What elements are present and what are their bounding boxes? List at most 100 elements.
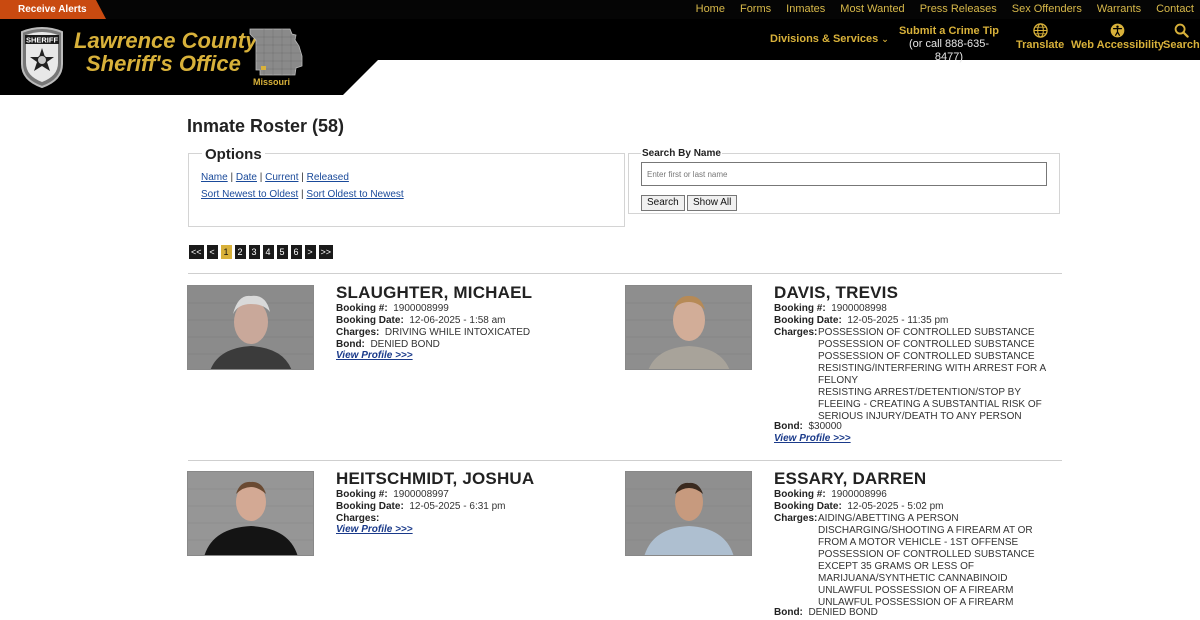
booking-date-label: Booking Date:	[774, 315, 842, 326]
booking-number: Booking #: 1900008996	[774, 489, 887, 501]
booking-date-label: Booking Date:	[774, 501, 842, 512]
charge-item: RESISTING ARREST/DETENTION/STOP BY FLEEI…	[818, 387, 1042, 422]
charges: Charges: DRIVING WHILE INTOXICATED	[336, 327, 530, 339]
name-search-input[interactable]	[641, 162, 1047, 186]
show-all-button[interactable]: Show All	[687, 195, 738, 211]
view-profile-link[interactable]: View Profile >>>	[336, 524, 413, 535]
page-next[interactable]: >	[304, 245, 316, 259]
inmate-name[interactable]: DAVIS, TREVIS	[774, 283, 898, 303]
booking-number: Booking #: 1900008997	[336, 489, 449, 501]
booking-date: Booking Date: 12-05-2025 - 11:35 pm	[774, 315, 948, 327]
bond-value: $30000	[808, 421, 842, 432]
charge-item: POSSESSION OF CONTROLLED SUBSTANCE EXCEP…	[818, 549, 1035, 584]
charges-label: Charges:	[336, 327, 380, 338]
filter-date-link[interactable]: Date	[236, 172, 257, 183]
inmate-photo[interactable]	[187, 285, 314, 370]
booking-number-label: Booking #:	[774, 489, 826, 500]
state-label: Missouri	[253, 77, 291, 87]
filter-name-link[interactable]: Name	[201, 172, 228, 183]
svg-text:SHERIFF: SHERIFF	[26, 36, 59, 45]
nav-inmates[interactable]: Inmates	[786, 0, 825, 19]
options-title: Options	[202, 146, 265, 163]
charges-label: Charges:	[774, 327, 818, 338]
inmate-photo[interactable]	[625, 285, 752, 370]
search-button[interactable]: Search	[641, 195, 685, 211]
booking-number: Booking #: 1900008999	[336, 303, 449, 315]
options-sort-links: Sort Newest to Oldest | Sort Oldest to N…	[201, 189, 404, 200]
charge-item: DRIVING WHILE INTOXICATED	[384, 327, 531, 338]
page-2[interactable]: 2	[234, 245, 246, 259]
charge-item: AIDING/ABETTING A PERSON DISCHARGING/SHO…	[818, 513, 1033, 548]
inmate-name[interactable]: ESSARY, DARREN	[774, 469, 926, 489]
booking-number-value: 1900008996	[831, 489, 887, 500]
page-last[interactable]: >>	[318, 245, 334, 259]
booking-date-value: 12-06-2025 - 1:58 am	[409, 315, 506, 326]
nav-forms[interactable]: Forms	[740, 0, 771, 19]
accessibility-icon	[1110, 23, 1125, 38]
pagination: << < 1 2 3 4 5 6 > >>	[189, 245, 334, 259]
bond: Bond: $30000	[774, 421, 842, 433]
page-first[interactable]: <<	[189, 245, 204, 259]
charge-item: RESISTING/INTERFERING WITH ARREST FOR A …	[818, 363, 1046, 386]
booking-date: Booking Date: 12-05-2025 - 6:31 pm	[336, 501, 506, 513]
view-profile-link[interactable]: View Profile >>>	[774, 433, 851, 444]
nav-press-releases[interactable]: Press Releases	[920, 0, 997, 19]
chevron-down-icon: ⌄	[881, 34, 889, 44]
inmate-name[interactable]: HEITSCHMIDT, JOSHUA	[336, 469, 534, 489]
inmate-photo[interactable]	[187, 471, 314, 556]
mugshot-image	[188, 286, 313, 369]
sheriff-badge-icon[interactable]: SHERIFF	[16, 26, 68, 88]
inmate-name[interactable]: SLAUGHTER, MICHAEL	[336, 283, 532, 303]
inmate-photo[interactable]	[625, 471, 752, 556]
divisions-label: Divisions & Services	[770, 33, 879, 45]
sort-newest-link[interactable]: Sort Newest to Oldest	[201, 189, 298, 200]
charge-item: POSSESSION OF CONTROLLED SUBSTANCE	[818, 351, 1035, 362]
missouri-map-icon	[249, 28, 303, 76]
crime-tip-phone: (or call 888-635-8477)	[908, 38, 990, 63]
charge-item: POSSESSION OF CONTROLLED SUBSTANCE	[818, 327, 1035, 338]
nav-warrants[interactable]: Warrants	[1097, 0, 1141, 19]
header-search-button[interactable]: Search	[1163, 23, 1200, 51]
nav-most-wanted[interactable]: Most Wanted	[840, 0, 904, 19]
booking-number-value: 1900008997	[393, 489, 449, 500]
bond-label: Bond:	[336, 339, 365, 350]
search-icon	[1174, 23, 1189, 38]
mugshot-image	[626, 286, 751, 369]
charges-label: Charges:	[336, 513, 380, 524]
sort-oldest-link[interactable]: Sort Oldest to Newest	[306, 189, 403, 200]
page-prev[interactable]: <	[206, 245, 218, 259]
accessibility-label: Web Accessibility	[1071, 39, 1164, 51]
brand-line-2[interactable]: Sheriff's Office	[86, 51, 241, 77]
page-3[interactable]: 3	[248, 245, 260, 259]
divisions-menu[interactable]: Divisions & Services ⌄	[770, 33, 889, 45]
page-1[interactable]: 1	[220, 245, 232, 259]
crime-tip-link[interactable]: Submit a Crime Tip (or call 888-635-8477…	[898, 25, 1000, 64]
booking-number: Booking #: 1900008998	[774, 303, 887, 315]
crime-tip-title: Submit a Crime Tip	[898, 25, 1000, 37]
nav-home[interactable]: Home	[696, 0, 725, 19]
booking-date-value: 12-05-2025 - 6:31 pm	[409, 501, 506, 512]
nav-sex-offenders[interactable]: Sex Offenders	[1012, 0, 1082, 19]
nav-contact[interactable]: Contact	[1156, 0, 1194, 19]
web-accessibility-button[interactable]: Web Accessibility	[1071, 23, 1164, 51]
charges-list: AIDING/ABETTING A PERSON DISCHARGING/SHO…	[818, 513, 1058, 609]
page-5[interactable]: 5	[276, 245, 288, 259]
bond: Bond: DENIED BOND	[774, 607, 878, 619]
booking-number-value: 1900008999	[393, 303, 449, 314]
top-nav: Home Forms Inmates Most Wanted Press Rel…	[681, 0, 1200, 19]
globe-icon	[1032, 23, 1048, 38]
booking-number-label: Booking #:	[774, 303, 826, 314]
booking-date-label: Booking Date:	[336, 315, 404, 326]
view-profile-link[interactable]: View Profile >>>	[336, 350, 413, 361]
booking-date-value: 12-05-2025 - 11:35 pm	[847, 315, 949, 326]
options-filter-links: Name | Date | Current | Released	[201, 172, 349, 183]
receive-alerts-link[interactable]: Receive Alerts	[0, 0, 106, 19]
translate-button[interactable]: Translate	[1016, 23, 1064, 51]
page-6[interactable]: 6	[290, 245, 302, 259]
booking-number-label: Booking #:	[336, 489, 388, 500]
booking-number-label: Booking #:	[336, 303, 388, 314]
booking-date: Booking Date: 12-05-2025 - 5:02 pm	[774, 501, 944, 513]
page-4[interactable]: 4	[262, 245, 274, 259]
filter-released-link[interactable]: Released	[307, 172, 349, 183]
filter-current-link[interactable]: Current	[265, 172, 298, 183]
